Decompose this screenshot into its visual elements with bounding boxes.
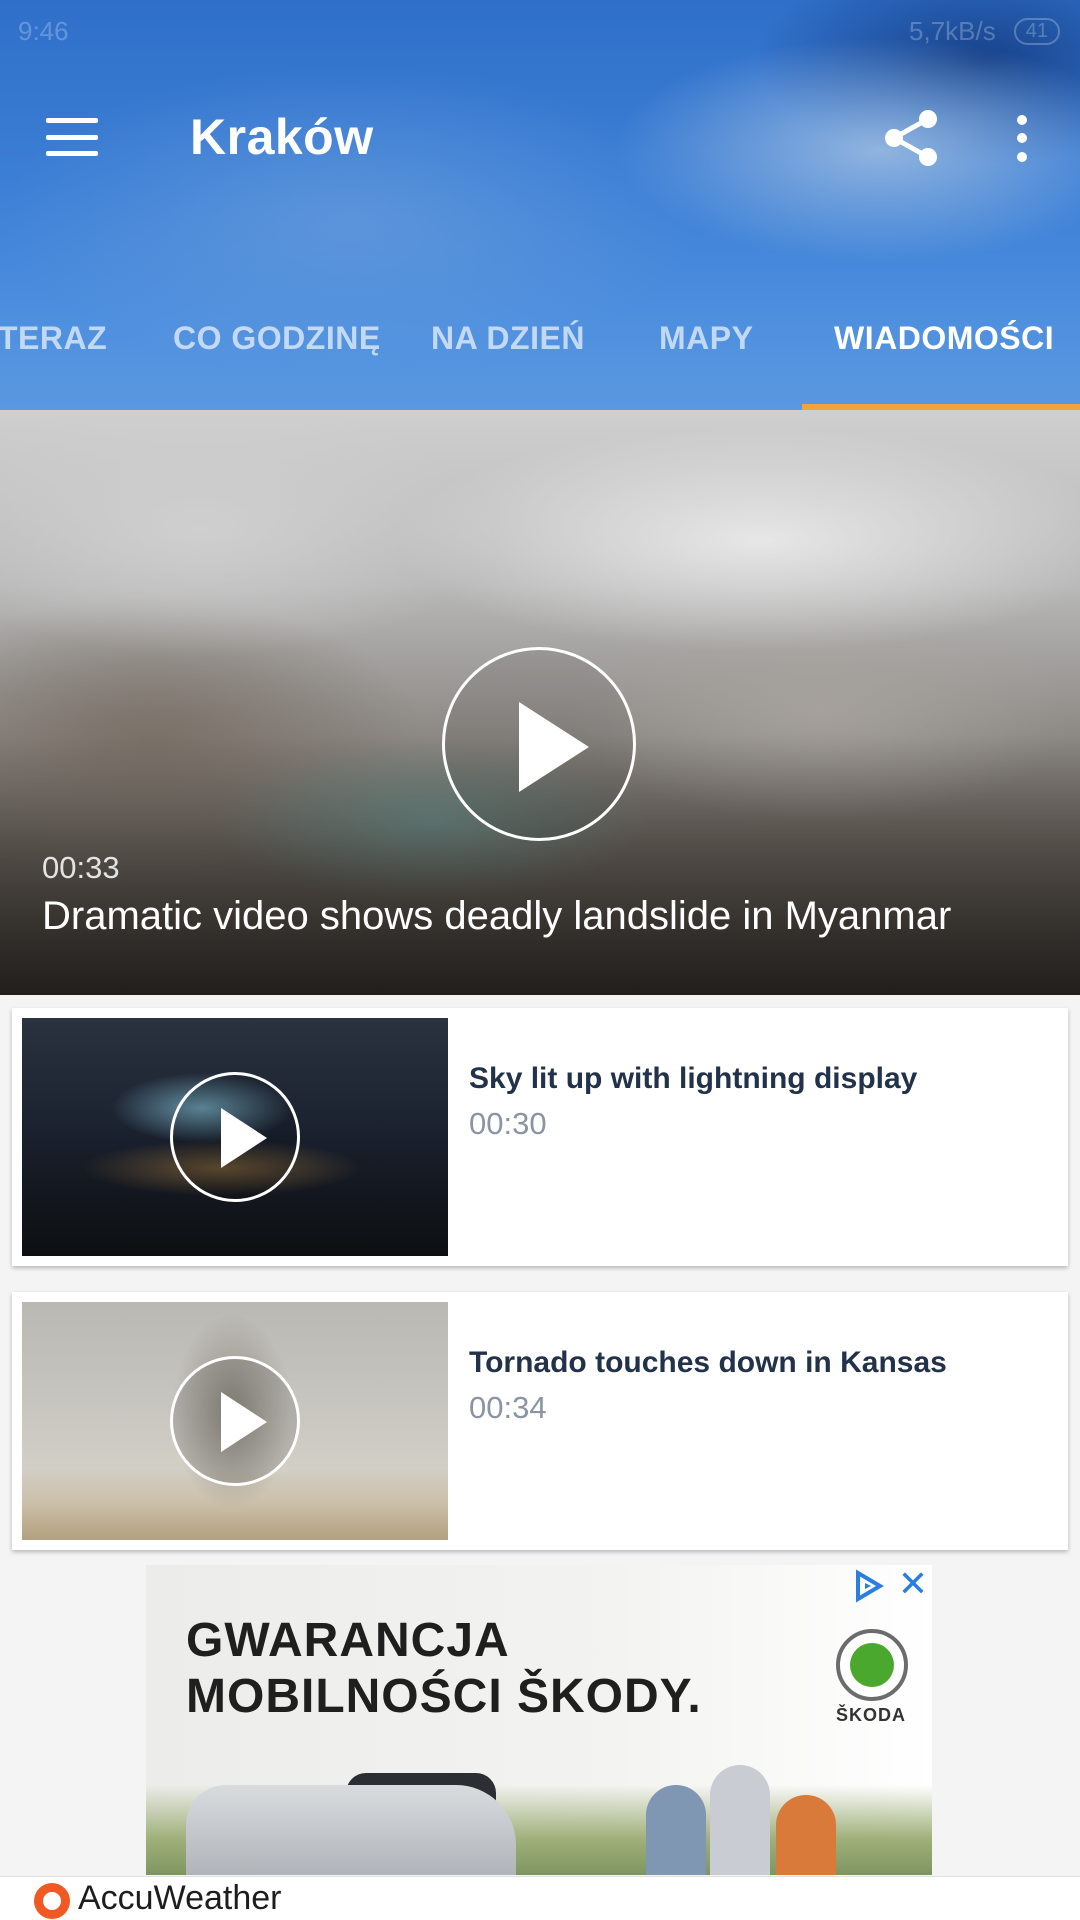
video-duration: 00:30 [469, 1106, 547, 1141]
ad-people-image [646, 1765, 846, 1875]
play-icon[interactable] [442, 647, 636, 841]
battery-level: 41 [1013, 18, 1060, 45]
video-card[interactable]: Sky lit up with lightning display 00:30 [12, 1008, 1068, 1266]
play-icon[interactable] [170, 1356, 300, 1486]
status-time: 9:46 [18, 16, 69, 46]
brand-footer: AccuWeather [0, 1876, 1080, 1920]
ad-brand: ŠKODA [836, 1705, 907, 1725]
tab-bar: TERAZ CO GODZINĘ NA DZIEŃ MAPY WIADOMOŚC… [0, 300, 1080, 410]
tab-na-dzien[interactable]: NA DZIEŃ [431, 320, 585, 357]
tab-mapy[interactable]: MAPY [659, 320, 753, 357]
app-bar: Kraków [0, 90, 1080, 186]
ad-headline: GWARANCJA MOBILNOŚCI ŠKODY. [186, 1613, 702, 1725]
menu-icon[interactable] [44, 112, 100, 162]
network-speed: 5,7kB/s [909, 16, 996, 46]
video-thumbnail[interactable] [22, 1018, 448, 1256]
featured-video[interactable]: 00:33 Dramatic video shows deadly landsl… [0, 410, 1080, 995]
status-bar: 9:46 5,7kB/s 41 [0, 0, 1080, 60]
ad-car-image [186, 1785, 516, 1875]
more-vert-icon[interactable] [1000, 106, 1044, 170]
brand-name: AccuWeather [78, 1879, 282, 1917]
close-icon[interactable]: ✕ [896, 1566, 930, 1602]
tab-wiadomosci[interactable]: WIADOMOŚCI [834, 320, 1054, 357]
tab-co-godzine[interactable]: CO GODZINĘ [173, 320, 381, 357]
video-thumbnail[interactable] [22, 1302, 448, 1540]
video-title[interactable]: Tornado touches down in Kansas [469, 1346, 947, 1380]
header: 9:46 5,7kB/s 41 Kraków TERAZ CO GODZINĘ … [0, 0, 1080, 410]
share-icon[interactable] [880, 106, 944, 170]
tab-teraz[interactable]: TERAZ [0, 320, 107, 357]
accuweather-logo-icon [34, 1883, 70, 1919]
status-indicators: 5,7kB/s 41 [909, 16, 1060, 47]
ad-headline-line1: GWARANCJA [186, 1614, 510, 1667]
featured-video-duration: 00:33 [42, 850, 120, 885]
advertisement-banner[interactable]: GWARANCJA MOBILNOŚCI ŠKODY. ✕ ŠKODA [146, 1565, 932, 1875]
skoda-logo [836, 1629, 908, 1701]
ad-headline-line2: MOBILNOŚCI ŠKODY. [186, 1670, 702, 1723]
screen: 9:46 5,7kB/s 41 Kraków TERAZ CO GODZINĘ … [0, 0, 1080, 1920]
play-icon[interactable] [170, 1072, 300, 1202]
video-duration: 00:34 [469, 1390, 547, 1425]
featured-video-title: Dramatic video shows deadly landslide in… [42, 894, 952, 938]
video-title[interactable]: Sky lit up with lightning display [469, 1062, 917, 1096]
video-card[interactable]: Tornado touches down in Kansas 00:34 [12, 1292, 1068, 1550]
page-title: Kraków [190, 109, 374, 165]
ad-choices-icon[interactable] [852, 1569, 886, 1603]
